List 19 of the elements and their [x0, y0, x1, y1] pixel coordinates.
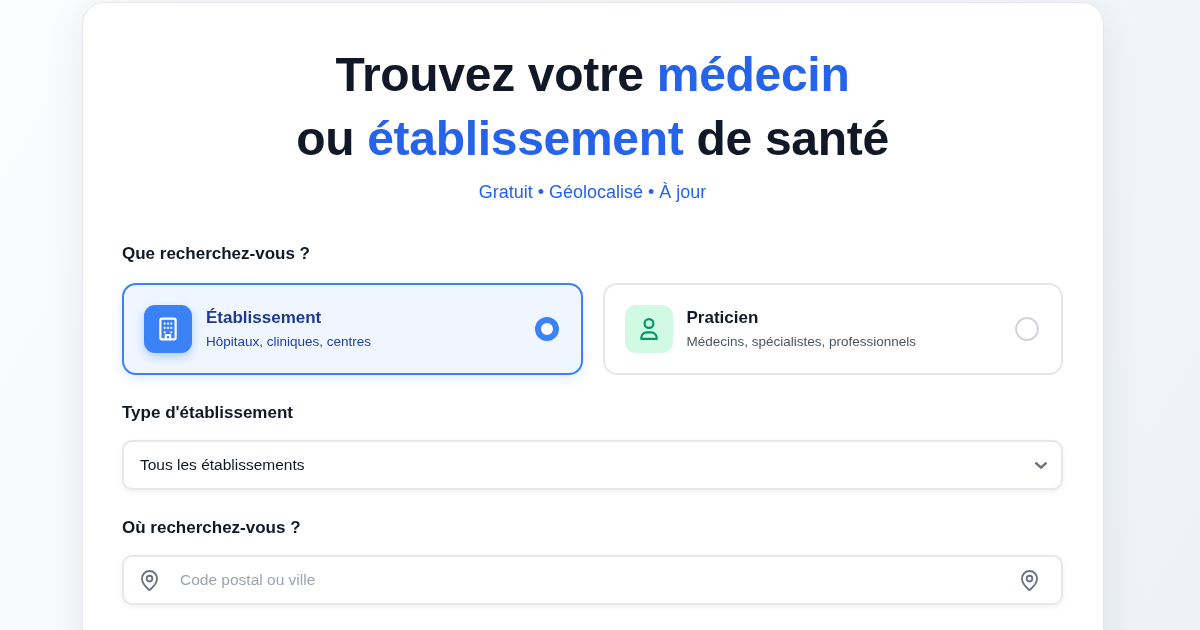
establishment-type-select[interactable]: Tous les établissements	[122, 440, 1063, 490]
option-title: Établissement	[206, 307, 323, 329]
section-label: Que recherchez-vous ?	[122, 243, 311, 265]
option-description: Médecins, spécialistes, professionnels	[686, 333, 918, 351]
map-pin-icon	[141, 570, 158, 591]
option-card[interactable]: Établissement Hôpitaux, cliniques, centres	[122, 283, 583, 375]
map-pin-icon[interactable]	[1021, 570, 1038, 591]
field-label: Où recherchez-vous ?	[122, 517, 302, 539]
building-icon	[144, 305, 192, 353]
subtitle-text: Gratuit • Géolocalisé • À jour	[477, 181, 708, 204]
location-input[interactable]: Code postal ou ville	[122, 555, 1063, 605]
page-title: Trouvez votre médecin ou établissement de santé	[295, 47, 890, 167]
field-label: Type d'établissement	[122, 402, 294, 424]
chevron-down-icon	[1035, 461, 1047, 469]
person-icon	[624, 305, 673, 353]
radio-button[interactable]	[534, 317, 559, 341]
option-card[interactable]: Praticien Médecins, spécialistes, professionnels	[602, 283, 1063, 375]
option-title: Praticien	[686, 307, 760, 329]
option-description: Hôpitaux, cliniques, centres	[206, 333, 373, 351]
